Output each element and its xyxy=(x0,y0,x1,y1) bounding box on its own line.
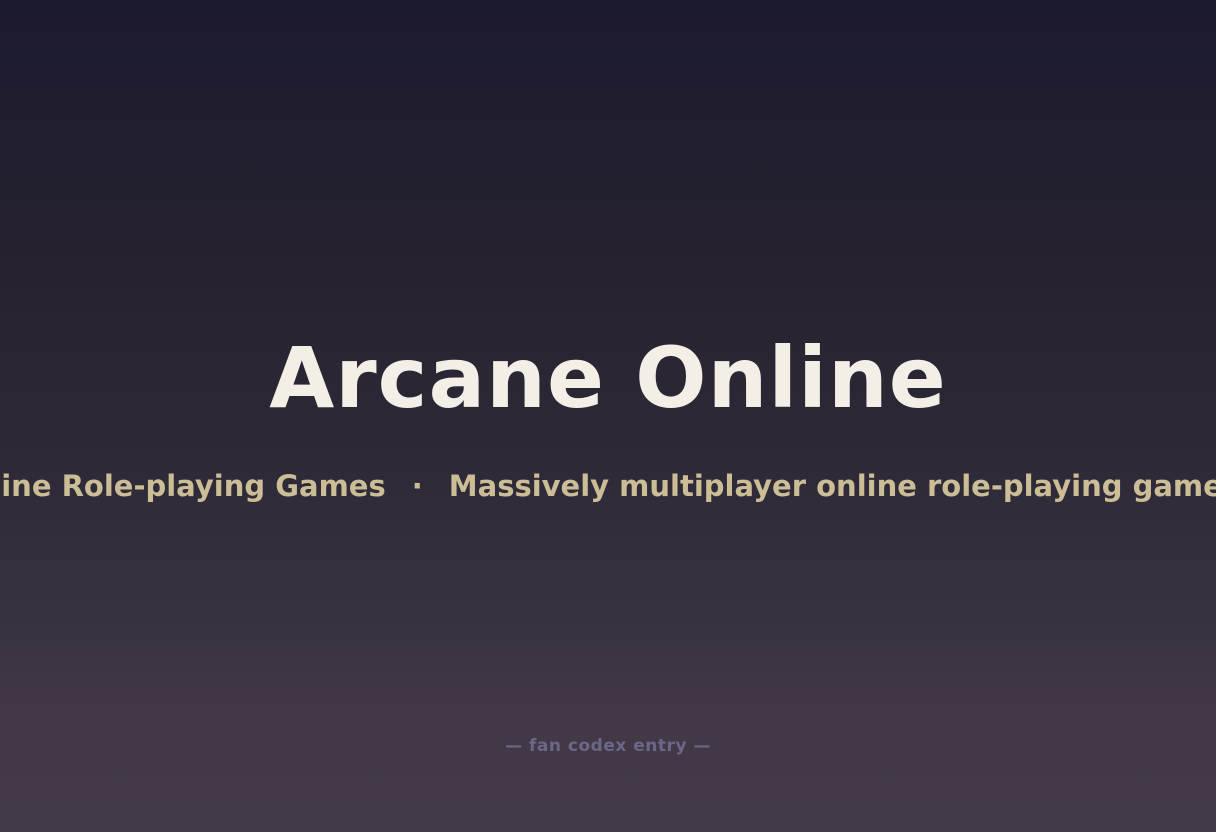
subtitle-ticker: Massively Multiplayer Online Role-playin… xyxy=(0,466,1216,506)
ticker-phrase-1: Massively Multiplayer Online Role-playin… xyxy=(0,469,386,503)
game-title: Arcane Online xyxy=(269,329,947,427)
ticker-track: Massively Multiplayer Online Role-playin… xyxy=(0,466,1216,506)
ticker-separator: · xyxy=(411,469,423,503)
ticker-phrase-2: Massively multiplayer online role-playin… xyxy=(448,469,1216,503)
footer-caption: — fan codex entry — xyxy=(505,736,711,756)
